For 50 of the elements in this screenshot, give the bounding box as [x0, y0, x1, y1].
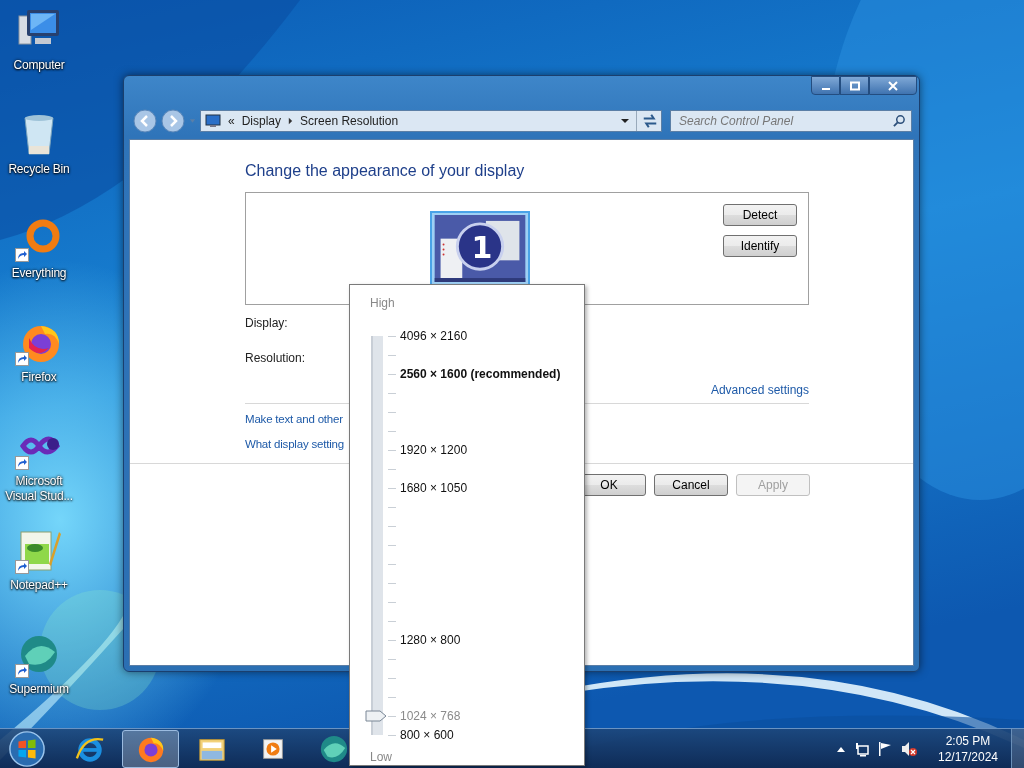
search-field[interactable]: Search Control Panel	[670, 110, 912, 132]
breadcrumb-chevron-icon[interactable]	[288, 117, 294, 125]
resolution-option[interactable]: 1024 × 768	[400, 709, 461, 724]
maximize-button[interactable]	[840, 76, 869, 95]
display-number: 1	[470, 230, 494, 266]
back-button[interactable]	[133, 109, 157, 133]
search-icon	[893, 114, 906, 127]
speaker-muted-icon[interactable]	[901, 740, 917, 757]
desktop-icon-label[interactable]: Everything	[11, 266, 67, 281]
breadcrumb-item[interactable]: Display	[241, 114, 282, 128]
blob-icon	[318, 733, 349, 764]
close-button[interactable]	[869, 76, 917, 95]
advanced-settings-link[interactable]: Advanced settings	[710, 383, 809, 397]
clock-date[interactable]: 12/17/2024	[937, 748, 999, 765]
monitor-icon	[205, 114, 221, 128]
forward-button[interactable]	[161, 109, 185, 133]
field-label: Display:	[245, 315, 288, 330]
start-button[interactable]	[7, 729, 47, 768]
panel-button[interactable]: Identify	[723, 235, 797, 257]
breadcrumb-overflow[interactable]: «	[228, 114, 235, 128]
help-link[interactable]: What display setting	[245, 438, 344, 450]
resolution-option[interactable]: 1680 × 1050	[400, 481, 468, 496]
panel-button[interactable]: Detect	[723, 204, 797, 226]
slider-end-label: High	[370, 296, 395, 311]
slider-end-label: Low	[370, 750, 392, 765]
help-link[interactable]: Make text and other	[245, 413, 343, 425]
resolution-option[interactable]: 800 × 600	[400, 728, 454, 743]
field-label: Resolution:	[245, 350, 306, 365]
monitor-thumbnail[interactable]: 1	[430, 211, 530, 286]
breadcrumb-item[interactable]: Screen Resolution	[300, 114, 399, 128]
desktop-icon-label[interactable]: Computer	[13, 58, 65, 73]
show-hidden-icons-arrow[interactable]	[837, 745, 845, 752]
clock-time[interactable]: 2:05 PM	[945, 732, 991, 749]
minimize-icon	[821, 87, 830, 90]
slider-thumb[interactable]	[365, 709, 387, 722]
show-desktop-button[interactable]	[1011, 729, 1024, 768]
page-heading: Change the appearance of your display	[245, 161, 526, 181]
resolution-option[interactable]: 2560 × 1600 (recommended)	[400, 367, 561, 382]
minimize-button[interactable]	[811, 76, 840, 95]
flag-icon[interactable]	[877, 740, 893, 757]
network-icon[interactable]	[853, 740, 869, 757]
resolution-option[interactable]: 1280 × 800	[400, 633, 461, 648]
resolution-option[interactable]: 4096 × 2160	[400, 329, 468, 344]
desktop-icon-label[interactable]: Recycle Bin	[8, 162, 70, 177]
close-icon	[887, 80, 899, 91]
resolution-option[interactable]: 1920 × 1200	[400, 443, 468, 458]
maximize-icon	[848, 80, 861, 91]
dialog-button[interactable]: Cancel	[654, 474, 728, 496]
address-bar[interactable]: « Display Screen Resolution	[200, 110, 662, 132]
dropdown-caret-icon[interactable]	[621, 118, 629, 124]
